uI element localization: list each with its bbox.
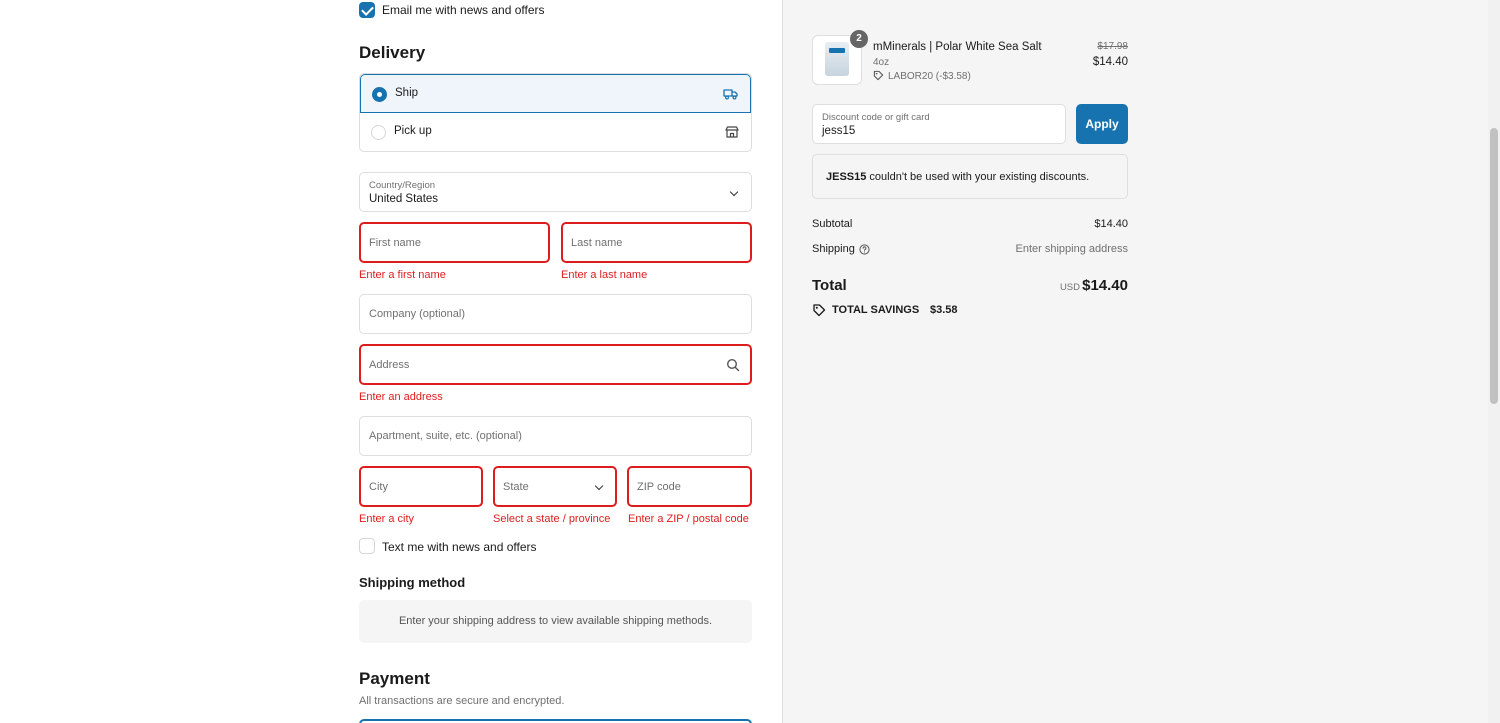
state-placeholder: State [503, 480, 529, 493]
sms-opt-in-checkbox[interactable] [359, 538, 375, 554]
delivery-method-group: Ship Pick up [359, 73, 752, 152]
total-value: $14.40 [1082, 277, 1128, 294]
subtotal-value: $14.40 [1094, 218, 1128, 230]
discount-code-label: Discount code or gift card [822, 112, 930, 123]
subtotal-label: Subtotal [812, 218, 853, 230]
shipping-method-heading: Shipping method [359, 575, 466, 590]
product-discount: LABOR20 (-$3.58) [888, 71, 971, 82]
shipping-value: Enter shipping address [1015, 243, 1128, 255]
page-scrollbar[interactable] [1488, 0, 1500, 723]
zip-input[interactable]: ZIP code [627, 466, 752, 507]
shipping-label: Shipping [812, 243, 855, 255]
discount-code-value: jess15 [822, 125, 856, 137]
city-input[interactable]: City [359, 466, 483, 507]
scrollbar-thumb[interactable] [1490, 128, 1498, 404]
discount-error-code: JESS15 [826, 171, 867, 183]
email-opt-in-checkbox[interactable] [359, 2, 375, 18]
search-icon [726, 358, 740, 372]
shipping-method-message: Enter your shipping address to view avai… [359, 600, 752, 643]
original-price: $17.98 [1097, 41, 1128, 52]
last-name-error: Enter a last name [561, 269, 648, 281]
last-name-input[interactable]: Last name [561, 222, 752, 263]
apartment-placeholder: Apartment, suite, etc. (optional) [369, 430, 522, 442]
quantity-badge: 2 [850, 30, 868, 48]
product-name: mMinerals | Polar White Sea Salt [873, 41, 1042, 53]
city-placeholder: City [369, 480, 388, 493]
city-error: Enter a city [359, 513, 415, 525]
total-savings-value: $3.58 [930, 304, 958, 316]
country-value: United States [369, 193, 439, 205]
payment-heading: Payment [359, 669, 430, 688]
chevron-down-icon [729, 187, 739, 197]
company-input[interactable]: Company (optional) [359, 294, 752, 334]
first-name-placeholder: First name [369, 236, 421, 249]
total-currency: USD [1059, 282, 1080, 293]
apply-discount-button[interactable]: Apply [1076, 104, 1128, 144]
chevron-down-icon [594, 481, 604, 491]
truck-icon [723, 89, 738, 100]
total-savings-label: TOTAL SAVINGS [832, 304, 920, 316]
payment-method-box[interactable] [359, 719, 752, 723]
discount-error-text: JESS15 couldn't be used with your existi… [826, 171, 1089, 183]
company-placeholder: Company (optional) [369, 308, 465, 320]
ship-radio[interactable] [372, 87, 387, 102]
discount-error-message: couldn't be used with your existing disc… [866, 171, 1090, 183]
country-select[interactable]: Country/Region United States [359, 172, 752, 212]
ship-label: Ship [395, 87, 419, 99]
savings-tag-icon [813, 304, 826, 317]
pickup-radio[interactable] [371, 125, 386, 140]
zip-placeholder: ZIP code [637, 480, 681, 493]
apartment-input[interactable]: Apartment, suite, etc. (optional) [359, 416, 752, 456]
country-label: Country/Region [369, 180, 436, 191]
store-icon [725, 126, 739, 138]
state-error: Select a state / province [493, 513, 611, 525]
delivery-option-ship[interactable]: Ship [360, 74, 751, 113]
help-icon[interactable] [859, 244, 870, 255]
zip-error: Enter a ZIP / postal code [628, 513, 749, 525]
payment-subtext: All transactions are secure and encrypte… [359, 695, 565, 707]
total-label: Total [812, 277, 847, 294]
state-select[interactable]: State [493, 466, 617, 507]
delivery-option-pickup[interactable]: Pick up [360, 113, 751, 151]
first-name-input[interactable]: First name [359, 222, 550, 263]
tag-icon [873, 70, 884, 81]
delivery-heading: Delivery [359, 43, 426, 62]
discount-error-notice: JESS15 couldn't be used with your existi… [812, 154, 1128, 199]
product-image [825, 42, 849, 76]
checkout-form-column: Email me with news and offers Delivery S… [0, 0, 782, 723]
first-name-error: Enter a first name [359, 269, 446, 281]
email-opt-in-label: Email me with news and offers [382, 3, 545, 17]
address-placeholder: Address [369, 358, 410, 371]
last-name-placeholder: Last name [571, 236, 623, 249]
sms-opt-in-label: Text me with news and offers [382, 540, 537, 554]
item-price: $14.40 [1092, 56, 1128, 68]
address-input[interactable]: Address [359, 344, 752, 385]
address-error: Enter an address [359, 391, 443, 403]
product-variant: 4oz [873, 57, 890, 68]
pickup-label: Pick up [394, 125, 432, 137]
discount-code-input[interactable]: Discount code or gift card jess15 [812, 104, 1066, 144]
